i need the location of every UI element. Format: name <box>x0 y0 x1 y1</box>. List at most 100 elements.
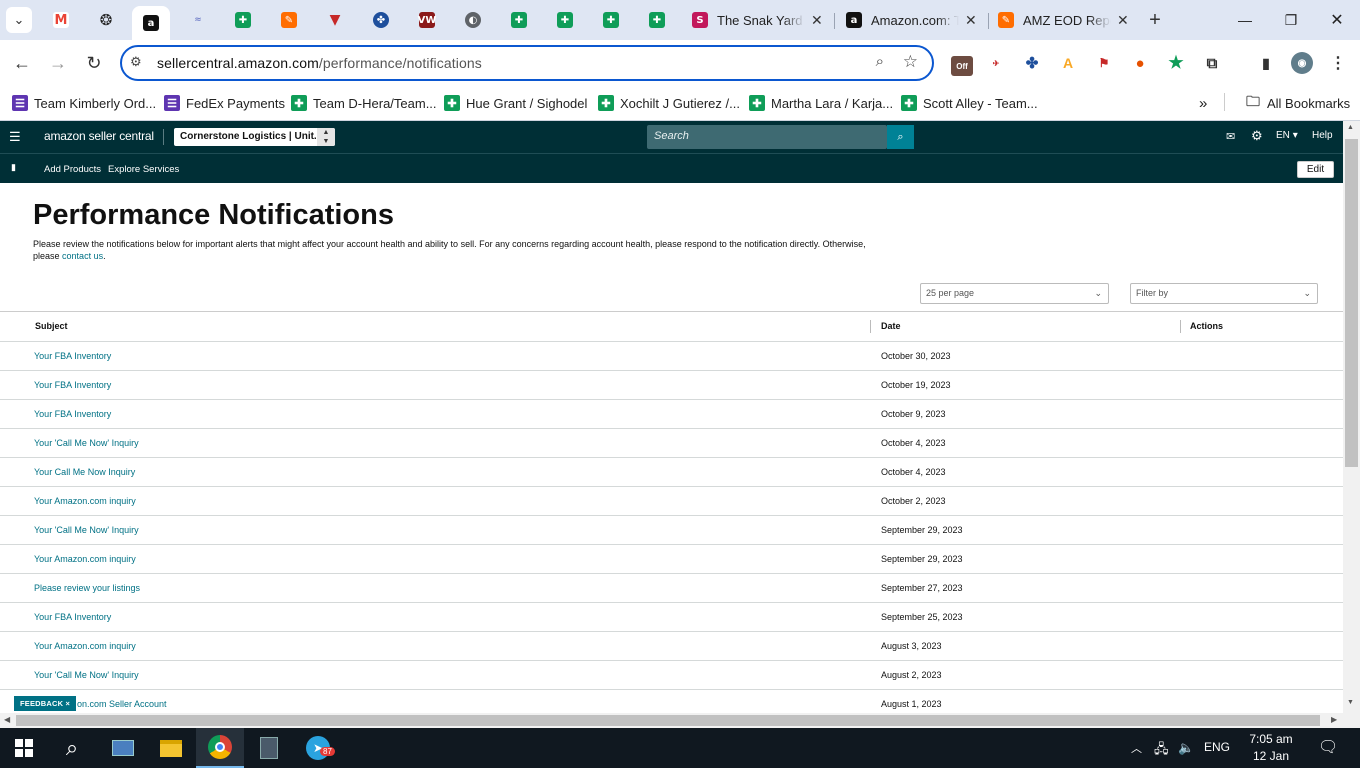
notification-subject-link[interactable]: Your Call Me Now Inquiry <box>34 458 135 486</box>
ext-firefox-icon[interactable]: ● <box>1129 52 1151 74</box>
profile-avatar-icon[interactable]: ◉ <box>1291 52 1313 74</box>
scroll-up-icon[interactable]: ▲ <box>1347 124 1354 131</box>
pinned-tab-globe[interactable]: ◐ <box>454 6 492 34</box>
contact-us-link[interactable]: contact us <box>62 251 103 261</box>
notification-subject-link[interactable]: Your 'Call Me Now' Inquiry <box>34 661 139 689</box>
notification-subject-link[interactable]: on.com Seller Account <box>77 690 167 713</box>
volume-icon[interactable]: 🔈 <box>1178 740 1194 756</box>
windows-start-icon[interactable] <box>0 728 48 768</box>
network-icon[interactable]: 🖧 <box>1154 740 1169 762</box>
minimize-icon[interactable]: — <box>1222 0 1268 40</box>
notification-subject-link[interactable]: Your 'Call Me Now' Inquiry <box>34 429 139 457</box>
edit-nav-button[interactable]: Edit <box>1297 161 1334 178</box>
search-icon[interactable]: ⌕ <box>48 728 96 768</box>
pinned-tab-vw[interactable]: VW <box>408 6 446 34</box>
close-icon[interactable]: ✕ <box>811 12 823 29</box>
notification-subject-link[interactable]: Your FBA Inventory <box>34 400 111 428</box>
pinned-tab-sheets-4[interactable]: ✚ <box>592 6 630 34</box>
notification-subject-link[interactable]: Your FBA Inventory <box>34 371 111 399</box>
pinned-tab-circle[interactable]: ✤ <box>362 6 400 34</box>
scroll-right-icon[interactable]: ▶ <box>1331 715 1337 724</box>
per-page-select[interactable]: 25 per page ⌄ <box>920 283 1109 304</box>
feedback-button[interactable]: FEEDBACK × <box>14 696 77 711</box>
pinned-tab-amazon-active[interactable]: a <box>132 6 170 40</box>
pinned-tab-triangle[interactable]: ▼ <box>316 6 354 34</box>
notifications-icon[interactable]: 🗨 <box>1318 737 1338 757</box>
scroll-thumb[interactable] <box>1345 139 1358 467</box>
site-settings-icon[interactable]: ⚙ <box>130 54 142 70</box>
bookmark-item[interactable]: ✚ Xochilt J Gutierez /... <box>598 93 740 113</box>
scroll-left-icon[interactable]: ◀ <box>4 715 10 724</box>
vertical-scrollbar[interactable]: ▲ ▼ <box>1343 121 1360 713</box>
calculator-icon[interactable] <box>245 728 293 768</box>
tab-search-chevron-icon[interactable]: ⌄ <box>6 7 32 33</box>
extensions-puzzle-icon[interactable]: ⧉ <box>1201 52 1223 74</box>
bookmark-item[interactable]: ☰ Team Kimberly Ord... <box>12 93 156 113</box>
bookmark-star-icon[interactable]: ☆ <box>903 52 918 72</box>
reload-icon[interactable]: ↻ <box>81 50 107 76</box>
address-bar[interactable]: ⚙ sellercentral.amazon.com/performance/n… <box>120 45 934 81</box>
new-tab-button[interactable]: + <box>1142 7 1168 33</box>
column-header-date[interactable]: Date <box>881 312 901 341</box>
forward-icon[interactable]: → <box>45 50 71 76</box>
pinned-tab-sheets-5[interactable]: ✚ <box>638 6 676 34</box>
mail-icon[interactable]: ✉ <box>1226 130 1235 143</box>
notification-subject-link[interactable]: Please review your listings <box>34 574 140 602</box>
close-icon[interactable]: ✕ <box>1117 12 1129 29</box>
notification-subject-link[interactable]: Your FBA Inventory <box>34 603 111 631</box>
notification-subject-link[interactable]: Your 'Call Me Now' Inquiry <box>34 516 139 544</box>
telegram-icon[interactable]: ➤ 87 <box>294 728 342 768</box>
chrome-menu-icon[interactable]: ⋮ <box>1327 52 1349 74</box>
pinned-tab-pen[interactable]: ✎ <box>270 6 308 34</box>
ext-star-icon[interactable]: ★ <box>1165 52 1187 74</box>
tab-amz-eod-report[interactable]: ✎ AMZ EOD Repo ✕ <box>990 6 1136 34</box>
back-icon[interactable]: ← <box>9 50 35 76</box>
bookmark-pin-icon[interactable]: ▮ <box>11 162 16 173</box>
notification-subject-link[interactable]: Your Amazon.com inquiry <box>34 632 136 660</box>
ext-ascout-icon[interactable]: A <box>1057 52 1079 74</box>
pinned-tab-sheets-2[interactable]: ✚ <box>500 6 538 34</box>
pinned-tab-misc[interactable]: ≈ <box>179 6 217 34</box>
ext-target-icon[interactable]: ✤ <box>1021 52 1043 74</box>
chrome-taskbar-icon[interactable] <box>196 728 244 768</box>
bookmark-item[interactable]: ✚ Scott Alley - Team... <box>901 93 1038 113</box>
close-icon[interactable]: ✕ <box>965 12 977 29</box>
pinned-tab-chatgpt[interactable]: ❂ <box>87 6 125 34</box>
all-bookmarks-button[interactable]: 🗀 All Bookmarks <box>1245 93 1350 113</box>
account-switcher[interactable]: Cornerstone Logistics | Unit... ▲ ▼ <box>174 128 335 146</box>
pinned-tab-gmail[interactable]: M <box>42 6 80 34</box>
nav-add-products[interactable]: Add Products <box>44 164 101 175</box>
input-language[interactable]: ENG <box>1204 740 1230 754</box>
taskbar-clock[interactable]: 7:05 am 12 Jan 2024 <box>1243 731 1299 782</box>
bookmark-item[interactable]: ✚ Team D-Hera/Team... <box>291 93 437 113</box>
tray-chevron-up-icon[interactable]: ︿ <box>1131 740 1142 756</box>
language-selector[interactable]: EN ▾ <box>1276 130 1298 141</box>
tab-amazon-com[interactable]: a Amazon.com: T ✕ <box>838 6 984 34</box>
side-panel-icon[interactable]: ▮ <box>1255 52 1277 74</box>
tab-snak-yard[interactable]: S The Snak Yard S ✕ <box>684 6 830 34</box>
ext-alert-icon[interactable]: ⚑ <box>1093 52 1115 74</box>
bookmark-item[interactable]: ✚ Hue Grant / Sighodel <box>444 93 587 113</box>
help-link[interactable]: Help <box>1312 130 1333 141</box>
search-input[interactable]: Search <box>647 125 887 149</box>
pinned-tab-sheets[interactable]: ✚ <box>224 6 262 34</box>
notification-subject-link[interactable]: Your Amazon.com inquiry <box>34 545 136 573</box>
amazon-seller-central-logo[interactable]: amazon seller central <box>44 129 154 143</box>
pinned-tab-sheets-3[interactable]: ✚ <box>546 6 584 34</box>
bookmark-item[interactable]: ✚ Martha Lara / Karja... <box>749 93 893 113</box>
desktop-app-icon[interactable] <box>99 728 147 768</box>
settings-gear-icon[interactable]: ⚙ <box>1251 128 1263 144</box>
scroll-down-icon[interactable]: ▼ <box>1347 699 1354 706</box>
zoom-icon[interactable]: ⌕ <box>876 53 884 70</box>
ext-red-logo-icon[interactable]: ✈ <box>985 52 1007 74</box>
hamburger-menu-icon[interactable]: ☰ <box>9 129 21 145</box>
nav-explore-services[interactable]: Explore Services <box>108 164 179 175</box>
notification-subject-link[interactable]: Your FBA Inventory <box>34 342 111 370</box>
filter-select[interactable]: Filter by ⌄ <box>1130 283 1318 304</box>
notification-subject-link[interactable]: Your Amazon.com inquiry <box>34 487 136 515</box>
bookmark-item[interactable]: ☰ FedEx Payments <box>164 93 285 113</box>
column-header-subject[interactable]: Subject <box>35 312 68 341</box>
search-button[interactable]: ⌕ <box>887 125 914 149</box>
file-explorer-icon[interactable] <box>147 728 195 768</box>
close-window-icon[interactable]: ✕ <box>1314 0 1360 40</box>
